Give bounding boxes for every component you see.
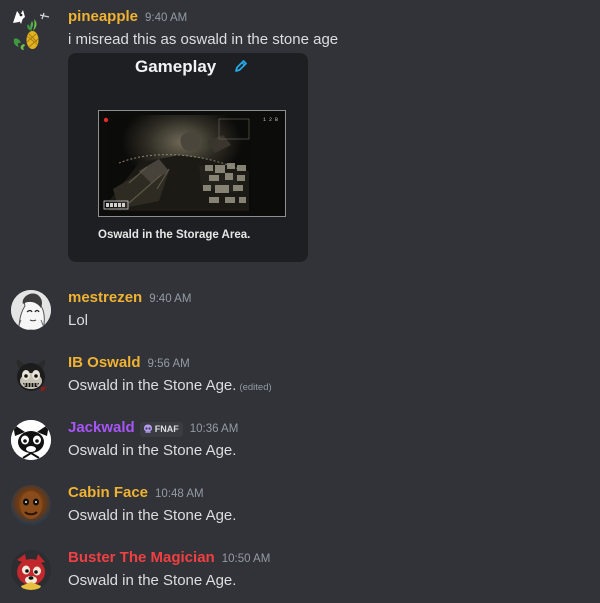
svg-text:1 2 B: 1 2 B [263, 117, 278, 123]
embed: Gameplay 1 2 B Oswald in the Storage Are… [68, 53, 308, 262]
chat-log: pineapple 9:40 AM i misread this as oswa… [0, 0, 600, 603]
username[interactable]: Cabin Face [68, 484, 148, 501]
username[interactable]: IB Oswald [68, 354, 141, 371]
avatar[interactable] [11, 420, 51, 460]
buster-icon [11, 550, 51, 590]
pineapple-icon [13, 10, 50, 50]
message-text: Oswald in the Stone Age. [68, 442, 237, 459]
pencil-icon [235, 60, 247, 72]
security-camera-frame: 1 2 B [99, 111, 285, 216]
avatar[interactable] [11, 9, 51, 50]
avatar[interactable] [11, 355, 51, 395]
timestamp[interactable]: 10:48 AM [155, 488, 204, 500]
message-text: i misread this as oswald in the stone ag… [68, 31, 339, 48]
timestamp[interactable]: 9:56 AM [148, 358, 190, 370]
oswald-face-icon [15, 357, 47, 393]
skull-icon [143, 424, 152, 433]
sketch-character-icon [11, 290, 51, 330]
cabin-face-icon [11, 485, 51, 525]
username[interactable]: Jackwald [68, 419, 135, 436]
username[interactable]: pineapple [68, 8, 138, 25]
message-content: Oswald in the Stone Age. (edited) [68, 377, 272, 394]
oswald-white-icon [11, 420, 51, 460]
message-text: Oswald in the Stone Age. [68, 572, 237, 589]
message-text: Oswald in the Stone Age. [68, 507, 237, 524]
timestamp[interactable]: 10:50 AM [222, 553, 271, 565]
message: pineapple 9:40 AM i misread this as oswa… [0, 0, 600, 270]
timestamp[interactable]: 9:40 AM [145, 12, 187, 24]
edited-label: (edited) [239, 382, 272, 393]
avatar[interactable] [11, 485, 51, 525]
message-text: Oswald in the Stone Age. [68, 377, 237, 394]
embed-title[interactable]: Gameplay [135, 57, 216, 77]
embed-caption: Oswald in the Storage Area. [98, 229, 251, 241]
username[interactable]: mestrezen [68, 289, 142, 306]
message-text: Lol [68, 312, 89, 329]
server-tag[interactable]: FNAF [139, 421, 183, 437]
embed-image[interactable]: 1 2 B [98, 110, 286, 217]
username[interactable]: Buster The Magician [68, 549, 215, 566]
avatar[interactable] [11, 290, 51, 330]
avatar[interactable] [11, 550, 51, 590]
server-tag-label: FNAF [154, 424, 179, 434]
timestamp[interactable]: 10:36 AM [190, 423, 239, 435]
timestamp[interactable]: 9:40 AM [149, 293, 191, 305]
